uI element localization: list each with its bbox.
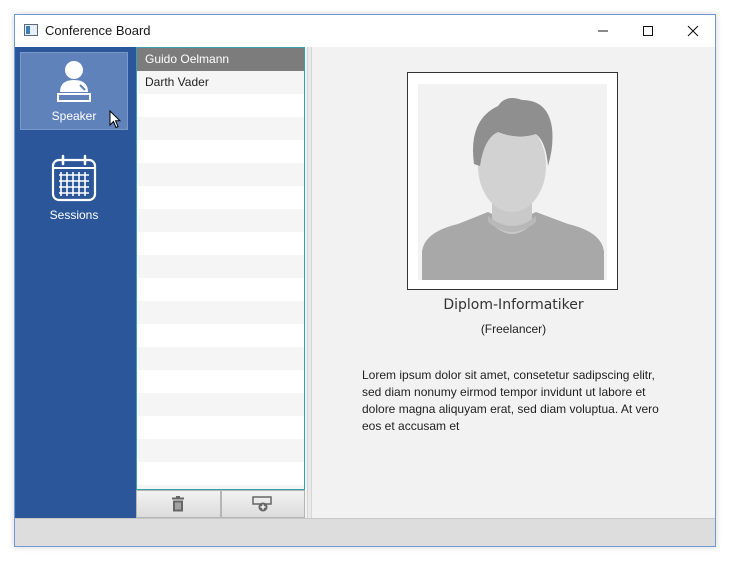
empty-row xyxy=(137,301,304,324)
sidebar-item-label: Sessions xyxy=(49,208,99,222)
speaker-icon xyxy=(57,61,91,102)
minimize-button[interactable] xyxy=(580,15,625,47)
add-speaker-button[interactable] xyxy=(220,490,305,518)
avatar-placeholder-icon xyxy=(418,84,607,280)
empty-row xyxy=(137,186,304,209)
empty-row xyxy=(137,140,304,163)
empty-row xyxy=(137,347,304,370)
delete-speaker-button[interactable] xyxy=(136,490,221,518)
sidebar: Speaker Sessions xyxy=(15,47,136,518)
speaker-list[interactable]: Guido Oelmann Darth Vader xyxy=(136,47,305,490)
sidebar-item-label: Speaker xyxy=(51,109,97,123)
trash-icon xyxy=(172,496,185,512)
empty-row xyxy=(137,209,304,232)
title-bar[interactable]: Conference Board xyxy=(15,15,715,47)
empty-row xyxy=(137,232,304,255)
app-icon xyxy=(24,24,38,36)
empty-row xyxy=(137,278,304,301)
empty-row xyxy=(137,370,304,393)
empty-row xyxy=(137,324,304,347)
speaker-photo xyxy=(407,72,618,290)
minimize-icon xyxy=(597,30,608,32)
empty-row xyxy=(137,393,304,416)
add-speaker-icon xyxy=(252,496,272,512)
speaker-degree: Diplom-Informatiker xyxy=(443,297,584,313)
sidebar-item-sessions[interactable]: Sessions xyxy=(20,148,128,226)
list-item[interactable]: Guido Oelmann xyxy=(137,48,304,71)
empty-row xyxy=(137,416,304,439)
empty-row xyxy=(137,163,304,186)
list-toolbar xyxy=(136,490,305,518)
speaker-detail: Diplom-Informatiker (Freelancer) Lorem i… xyxy=(312,47,715,518)
calendar-icon xyxy=(51,154,97,202)
speaker-employment: (Freelancer) xyxy=(480,322,547,336)
app-window: Conference Board Speaker Sessions Guido … xyxy=(14,14,716,547)
status-bar xyxy=(15,518,715,546)
close-icon xyxy=(687,25,698,37)
empty-row xyxy=(137,462,304,485)
speaker-bio: Lorem ipsum dolor sit amet, consetetur s… xyxy=(362,368,659,433)
empty-row xyxy=(137,117,304,140)
close-button[interactable] xyxy=(670,15,715,47)
list-item[interactable]: Darth Vader xyxy=(137,71,304,94)
empty-row xyxy=(137,94,304,117)
window-title: Conference Board xyxy=(45,23,151,38)
maximize-button[interactable] xyxy=(625,15,670,47)
maximize-icon xyxy=(642,26,653,36)
empty-row xyxy=(137,255,304,278)
mouse-cursor-icon xyxy=(109,110,121,129)
empty-row xyxy=(137,439,304,462)
